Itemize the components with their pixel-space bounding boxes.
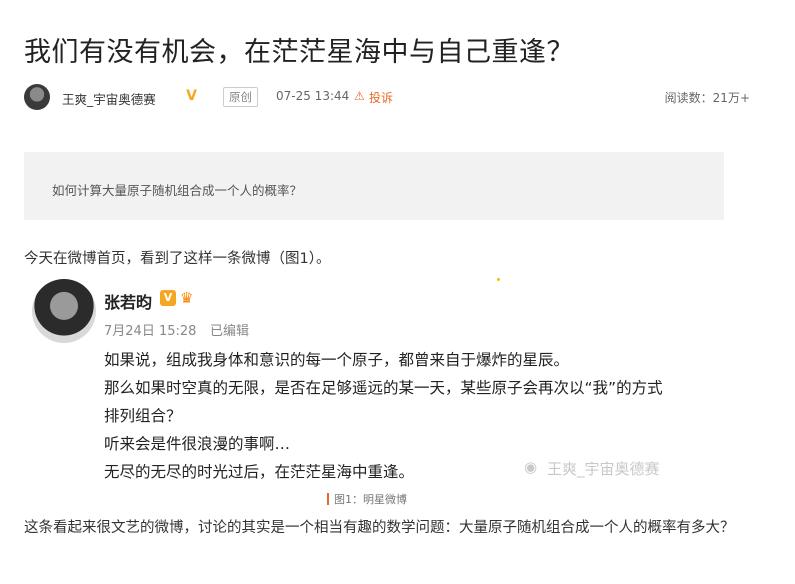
caption-marker — [327, 493, 329, 505]
weibo-line: 如果说，组成我身体和意识的每一个原子，都曾来自于爆炸的星辰。 — [104, 351, 570, 369]
figure-caption: 图1：明星微博 — [334, 493, 407, 506]
weibo-post-image: 张若昀 V ♛ 7月24日 15:28 已编辑 如果说，组成我身体和意识的每一个… — [24, 275, 744, 510]
body-paragraph: 这条看起来很文艺的微博，讨论的其实是一个相当有趣的数学问题：大量原子随机组合成一… — [24, 520, 735, 536]
original-tag: 原创 — [223, 87, 258, 107]
view-count: 阅读数：21万+ — [665, 89, 750, 106]
weibo-eye-icon: ◉ — [524, 458, 538, 476]
report-link[interactable]: 投诉 — [369, 89, 393, 106]
article-meta: 王爽_宇宙奥德赛 V 原创 07-25 13:44 ⚠ 投诉 阅读数：21万+ — [24, 84, 774, 110]
weibo-date: 7月24日 15:28 — [104, 324, 197, 339]
publish-time: 07-25 13:44 — [276, 89, 350, 103]
crown-icon: ♛ — [180, 289, 194, 307]
watermark-text: 王爽_宇宙奥德赛 — [547, 460, 660, 478]
verified-v-icon: V — [186, 88, 197, 104]
view-count-label: 阅读数： — [664, 91, 713, 105]
article-title: 我们有没有机会，在茫茫星海中与自己重逢？ — [24, 37, 574, 68]
weibo-line: 无尽的无尽的时光过后，在茫茫星海中重逢。 — [104, 463, 415, 481]
weibo-line: 排列组合？ — [104, 407, 182, 425]
weibo-line: 那么如果时空真的无限，是否在足够遥远的某一天，某些原子会再次以“我”的方式 — [104, 379, 663, 397]
author-avatar[interactable] — [24, 84, 50, 110]
view-count-value: 21万+ — [712, 91, 750, 105]
body-paragraph: 今天在微博首页，看到了这样一条微博（图1）。 — [24, 251, 331, 267]
question-text: 如何计算大量原子随机组合成一个人的概率？ — [52, 183, 303, 198]
author-name[interactable]: 王爽_宇宙奥德赛 — [62, 89, 156, 108]
weibo-line: 听来会是件很浪漫的事啊… — [104, 435, 291, 453]
weibo-edited: 已编辑 — [210, 324, 250, 339]
decorative-dot — [497, 278, 500, 281]
question-card[interactable]: 如何计算大量原子随机组合成一个人的概率？ — [24, 152, 724, 220]
warning-icon[interactable]: ⚠ — [354, 89, 365, 103]
weibo-user-name: 张若昀 — [104, 293, 153, 312]
weibo-vip-icon: V — [160, 290, 176, 306]
weibo-avatar — [32, 279, 96, 343]
